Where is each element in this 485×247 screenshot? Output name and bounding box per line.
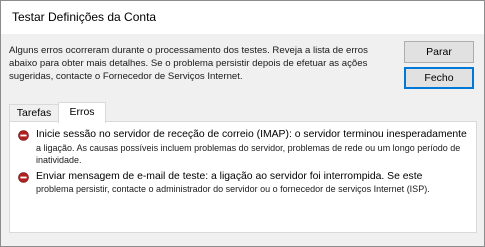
tab-tasks[interactable]: Tarefas: [9, 104, 59, 122]
tab-errors[interactable]: Erros: [58, 102, 106, 123]
title-bar: Testar Definições da Conta: [1, 1, 484, 34]
stop-button[interactable]: Parar: [404, 41, 474, 63]
close-button[interactable]: Fecho: [404, 67, 474, 89]
error-detail: problema persistir, contacte o administr…: [36, 184, 430, 194]
status-message: Alguns erros ocorreram durante o process…: [9, 45, 368, 82]
error-heading: Enviar mensagem de e-mail de teste: a li…: [36, 171, 423, 182]
test-account-settings-dialog: Testar Definições da Conta Alguns erros …: [0, 0, 485, 247]
dialog-title: Testar Definições da Conta: [12, 10, 157, 24]
errors-panel: Inicie sessão no servidor de receção de …: [9, 121, 477, 233]
error-icon: [18, 172, 29, 183]
error-detail: a ligação. As causas possíveis incluem p…: [36, 143, 461, 165]
error-heading: Inicie sessão no servidor de receção de …: [36, 129, 467, 140]
error-icon: [18, 130, 29, 141]
